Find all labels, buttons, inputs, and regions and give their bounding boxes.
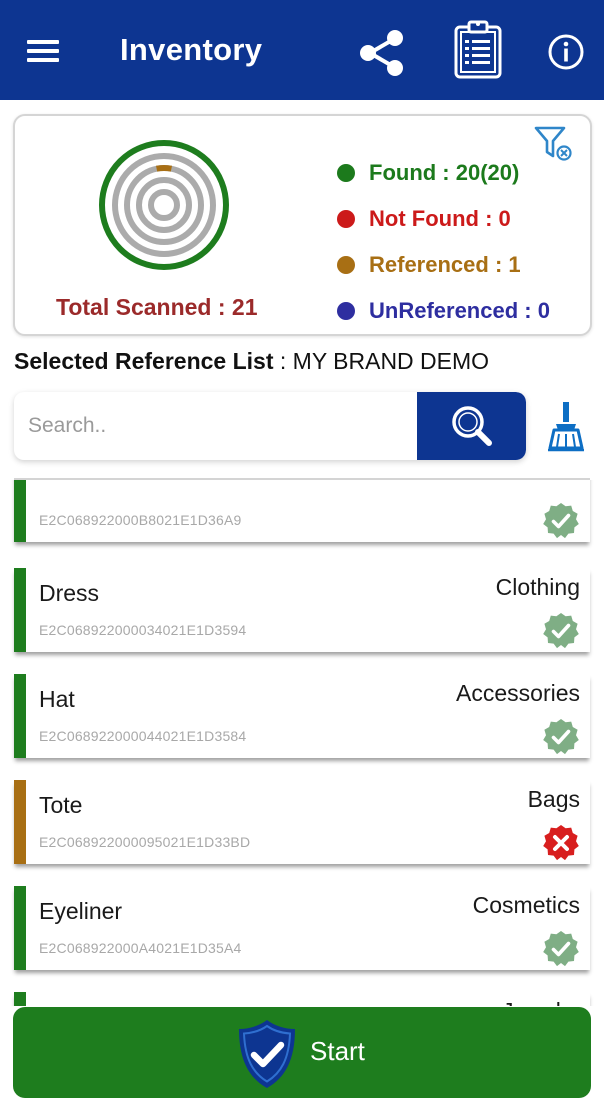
legend-unreferenced-label: UnReferenced : 0 <box>369 298 550 323</box>
item-category: Clothing <box>495 574 580 600</box>
reference-list-value: : MY BRAND DEMO <box>273 348 490 374</box>
not-found-dot-icon <box>337 210 355 228</box>
hamburger-line <box>27 49 59 53</box>
legend-not-found[interactable]: Not Found : 0 <box>337 204 511 234</box>
error-badge-icon <box>543 825 579 861</box>
item-epc: E2C068922000095021E1D33BD <box>39 834 251 850</box>
status-bar <box>14 480 26 542</box>
item-category: Bags <box>527 786 580 812</box>
legend-referenced[interactable]: Referenced : 1 <box>337 250 521 280</box>
item-name: Eyeliner <box>39 898 123 924</box>
item-category: Jewelry <box>502 998 580 1006</box>
item-epc: E2C068922000044021E1D3584 <box>39 728 247 744</box>
selected-reference-list: Selected Reference List : MY BRAND DEMO <box>14 348 489 375</box>
legend-not-found-label: Not Found : 0 <box>369 206 511 231</box>
item-category: Cosmetics <box>472 892 580 918</box>
status-bar <box>14 568 26 652</box>
item-epc: E2C068922000034021E1D3594 <box>39 622 247 638</box>
item-name: Hat <box>39 686 75 712</box>
list-item[interactable]: Tote Bags E2C068922000095021E1D33BD <box>14 780 590 864</box>
page-title: Inventory <box>120 32 263 67</box>
hamburger-line <box>27 58 59 62</box>
found-dot-icon <box>337 164 355 182</box>
check-badge-icon <box>543 503 579 539</box>
scan-progress-rings <box>99 140 229 270</box>
info-icon <box>548 34 584 70</box>
share-button[interactable] <box>356 26 410 80</box>
item-category: Accessories <box>456 680 580 706</box>
legend-found-label: Found : 20(20) <box>369 160 520 185</box>
status-bar <box>14 992 26 1006</box>
clear-list-button[interactable] <box>544 400 588 452</box>
start-label: Start <box>310 1036 365 1066</box>
search-input[interactable] <box>14 392 418 460</box>
status-bar <box>14 780 26 864</box>
item-epc: E2C068922000A4021E1D35A4 <box>39 940 242 956</box>
legend-found[interactable]: Found : 20(20) <box>337 158 519 188</box>
item-epc: E2C068922000B8021E1D36A9 <box>39 512 242 528</box>
start-button[interactable]: Start <box>13 1007 591 1098</box>
list-item[interactable]: Eyeliner Cosmetics E2C068922000A4021E1D3… <box>14 886 590 970</box>
magnifier-icon <box>452 406 492 446</box>
legend-unreferenced[interactable]: UnReferenced : 0 <box>337 296 550 326</box>
referenced-dot-icon <box>337 256 355 274</box>
menu-button[interactable] <box>24 36 64 66</box>
inventory-screen: Inventory Total Scanned: 21 Found: 20(… <box>0 0 604 1109</box>
status-bar <box>14 886 26 970</box>
report-button[interactable] <box>452 18 504 80</box>
filter-clear-icon <box>534 126 572 161</box>
legend-referenced-label: Referenced : 1 <box>369 252 521 277</box>
hamburger-menu-icon <box>27 40 59 44</box>
check-badge-icon <box>543 719 579 755</box>
unreferenced-dot-icon <box>337 302 355 320</box>
clear-filter-button[interactable] <box>533 124 575 162</box>
total-scanned-label: Total Scanned : 21 <box>56 294 258 320</box>
search-bar <box>14 392 526 460</box>
list-item[interactable]: Hat Accessories E2C068922000044021E1D358… <box>14 674 590 758</box>
clipboard-icon <box>454 20 502 79</box>
app-header: Inventory <box>0 0 604 100</box>
scan-summary-card: Total Scanned : 21 Found : 20(20) Not Fo… <box>13 114 592 336</box>
list-item[interactable]: E2C068922000B8021E1D36A9 <box>14 480 590 542</box>
search-button[interactable] <box>417 392 526 460</box>
share-icon <box>360 30 403 76</box>
status-bar <box>14 674 26 758</box>
inventory-list[interactable]: E2C068922000B8021E1D36A9 Dress Clothing … <box>0 480 604 1006</box>
info-button[interactable] <box>546 32 586 72</box>
list-item[interactable]: Dress Clothing E2C068922000034021E1D3594 <box>14 568 590 652</box>
reference-list-label: Selected Reference List <box>14 348 274 374</box>
broom-icon <box>548 402 584 452</box>
shield-check-icon <box>239 1020 295 1088</box>
check-badge-icon <box>543 613 579 649</box>
item-name: Tote <box>39 792 83 818</box>
item-name: Dress <box>39 580 100 606</box>
list-item[interactable]: Jewelry <box>14 992 590 1006</box>
check-badge-icon <box>543 931 579 967</box>
